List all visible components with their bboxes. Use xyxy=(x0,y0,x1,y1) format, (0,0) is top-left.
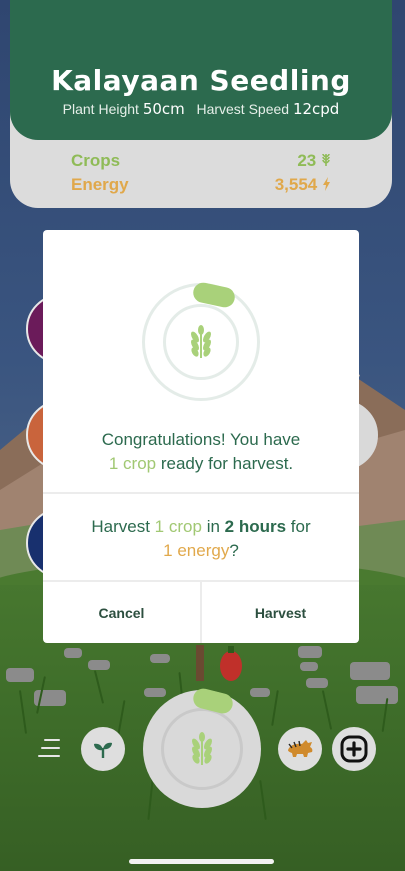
home-indicator[interactable] xyxy=(129,859,274,864)
energy-label: Energy xyxy=(71,175,129,194)
crops-row: Crops 23 xyxy=(71,151,331,171)
cancel-button[interactable]: Cancel xyxy=(43,582,200,643)
crop-count: 1 xyxy=(108,454,119,473)
main-button-ring xyxy=(161,708,243,790)
congrats-line-1: Congratulations! You have xyxy=(101,430,301,449)
wheat-icon xyxy=(322,153,330,166)
q-mark: ? xyxy=(229,541,239,560)
harvest-dialog: Congratulations! You have 1 crop ready f… xyxy=(43,230,359,643)
crop-word: crop xyxy=(123,454,157,473)
crops-value: 23 xyxy=(297,151,317,170)
rock xyxy=(298,646,322,658)
menu-line xyxy=(41,747,60,749)
crops-label: Crops xyxy=(71,151,121,170)
plus-icon xyxy=(340,735,368,763)
animals-button[interactable] xyxy=(278,727,322,771)
add-button[interactable] xyxy=(332,727,376,771)
rock xyxy=(150,654,170,663)
progress-ring-inner xyxy=(163,304,239,380)
wheat-icon xyxy=(192,732,212,765)
rock xyxy=(306,678,328,688)
q-for: for xyxy=(290,517,311,536)
plant-height-value: 50cm xyxy=(142,100,185,118)
menu-line xyxy=(44,739,60,741)
rock xyxy=(250,688,270,697)
rock xyxy=(300,662,318,671)
plant-height-label: Plant Height xyxy=(62,101,139,117)
menu-line xyxy=(38,755,60,757)
crops-value-group: 23 xyxy=(297,151,331,171)
energy-row: Energy 3,554 xyxy=(71,175,331,195)
q-count: 1 xyxy=(154,517,165,536)
harvest-speed-label: Harvest Speed xyxy=(196,101,290,117)
q-duration: 2 hours xyxy=(224,517,287,536)
harvest-question-line-1: Harvest 1 crop in 2 hours for xyxy=(43,515,359,539)
q-harvest: Harvest xyxy=(91,517,150,536)
rock xyxy=(356,686,398,704)
energy-value-group: 3,554 xyxy=(275,175,331,195)
rock xyxy=(6,668,34,682)
energy-value: 3,554 xyxy=(274,175,318,194)
congrats-line-2: 1 crop ready for harvest. xyxy=(43,452,359,476)
ready-text: ready for harvest. xyxy=(160,454,294,473)
rock xyxy=(350,662,390,680)
q-crop-word: crop xyxy=(168,517,202,536)
wheat-icon xyxy=(191,325,211,358)
rock xyxy=(88,660,110,670)
q-energy: 1 energy xyxy=(163,541,230,560)
dialog-divider xyxy=(43,492,359,494)
lightning-icon xyxy=(323,177,330,191)
tamaraw-icon xyxy=(288,740,313,757)
rock xyxy=(64,648,82,658)
hamburger-menu-icon[interactable] xyxy=(38,739,60,759)
rock xyxy=(144,688,166,697)
plant-stats-line: Plant Height 50cm Harvest Speed 12cpd xyxy=(10,100,392,118)
harvest-main-button[interactable] xyxy=(143,686,261,808)
harvest-question-line-2: 1 energy? xyxy=(43,539,359,563)
congrats-message: Congratulations! You have 1 crop ready f… xyxy=(43,428,359,476)
harvest-question: Harvest 1 crop in 2 hours for 1 energy? xyxy=(43,515,359,563)
plant-name: Kalayaan Seedling xyxy=(51,64,351,97)
harvest-speed-value: 12cpd xyxy=(292,100,340,118)
plant-title-banner: Kalayaan Seedling Plant Height 50cm Harv… xyxy=(10,0,392,140)
tree-trunk xyxy=(196,645,204,681)
sprout-icon xyxy=(94,742,112,758)
red-pepper xyxy=(220,646,242,681)
harvest-button[interactable]: Harvest xyxy=(202,582,359,643)
q-in: in xyxy=(206,517,220,536)
plants-button[interactable] xyxy=(81,727,125,771)
